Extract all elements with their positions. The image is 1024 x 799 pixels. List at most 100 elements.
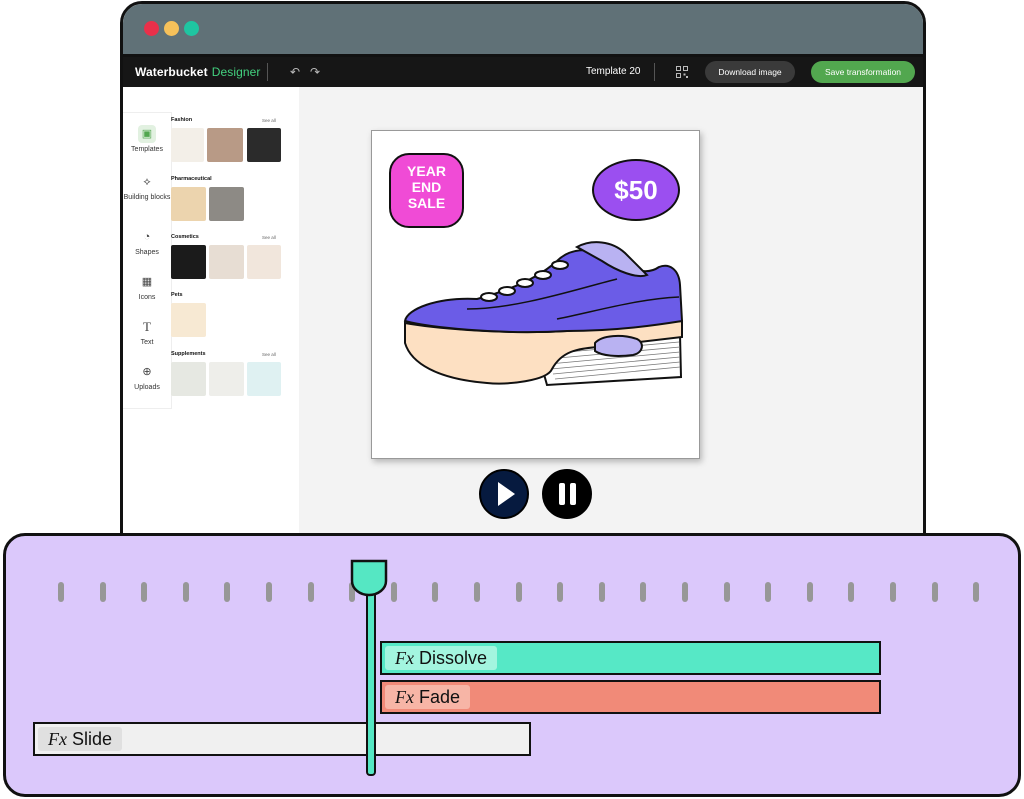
browser-window: Waterbucket Designer ↶ ↷ Template 20 Down… xyxy=(120,1,926,561)
sidebar-item-label: Uploads xyxy=(134,384,160,391)
fade-track[interactable]: Fx Fade xyxy=(380,680,881,714)
category-title: Pharmaceutical xyxy=(171,176,212,182)
animation-timeline: Fx Dissolve Fx Fade Fx Slide xyxy=(3,533,1021,797)
dissolve-track[interactable]: Fx Dissolve xyxy=(380,641,881,675)
play-icon xyxy=(498,482,515,506)
save-transformation-button[interactable]: Save transformation xyxy=(811,61,915,83)
ruler-tick xyxy=(307,582,314,602)
template-thumbnail[interactable] xyxy=(247,245,281,279)
template-thumbnail[interactable] xyxy=(247,128,281,162)
icons-icon: ▦ xyxy=(141,276,153,288)
ruler-tick xyxy=(640,582,647,602)
year-end-sale-badge[interactable]: YEAR END SALE xyxy=(389,153,464,228)
template-thumbnail[interactable] xyxy=(209,362,244,396)
ruler-tick xyxy=(390,582,397,602)
title-bar xyxy=(123,4,923,57)
play-button[interactable] xyxy=(479,469,529,519)
templates-panel: ▣ Templates ⟡ Building blocks ◔ Shapes ▦… xyxy=(123,87,299,558)
badge-line: YEAR xyxy=(407,163,446,179)
qr-code-icon[interactable] xyxy=(673,63,691,81)
brand-suffix: Designer xyxy=(211,65,261,79)
ruler-tick xyxy=(765,582,772,602)
ruler-tick xyxy=(973,582,980,602)
shapes-icon: ◔ xyxy=(143,231,151,243)
sidebar-item-label: Shapes xyxy=(135,249,159,256)
text-icon: T xyxy=(143,319,151,334)
download-image-button[interactable]: Download image xyxy=(705,61,795,83)
ruler-tick xyxy=(474,582,480,602)
category-title: Pets xyxy=(171,292,183,298)
track-name: Dissolve xyxy=(419,648,488,668)
ruler-tick xyxy=(682,582,688,602)
category-title: Fashion xyxy=(171,117,193,123)
playhead-handle[interactable] xyxy=(350,559,390,599)
sidebar-item-text[interactable]: T Text xyxy=(123,318,171,346)
ruler-tick xyxy=(432,582,439,602)
template-thumbnail[interactable] xyxy=(171,128,204,162)
pause-icon xyxy=(559,483,576,505)
template-thumbnail[interactable] xyxy=(171,362,206,396)
sidebar-item-label: Text xyxy=(140,339,154,346)
track-label: Fx Slide xyxy=(38,727,123,751)
ruler-tick xyxy=(224,582,231,602)
fx-icon: Fx xyxy=(48,729,67,749)
header-divider xyxy=(267,63,268,81)
uploads-icon: ⊕ xyxy=(142,366,152,378)
template-name: Template 20 xyxy=(586,66,641,77)
maximize-window-dot[interactable] xyxy=(184,21,199,36)
sidebar-item-building-blocks[interactable]: ⟡ Building blocks xyxy=(123,173,171,201)
pause-button[interactable] xyxy=(542,469,592,519)
badge-line: SALE xyxy=(407,195,446,211)
see-all-link[interactable]: See all xyxy=(262,352,276,357)
ruler-tick xyxy=(931,582,938,602)
template-thumbnail[interactable] xyxy=(207,128,243,162)
ruler-tick xyxy=(806,582,813,602)
slide-track[interactable]: Fx Slide xyxy=(33,722,531,756)
brand-name: Waterbucket xyxy=(135,65,208,79)
badge-line: END xyxy=(411,179,442,195)
fx-icon: Fx xyxy=(395,687,414,707)
minimize-window-dot[interactable] xyxy=(164,21,179,36)
header-divider xyxy=(654,63,655,81)
template-thumbnail[interactable] xyxy=(247,362,281,396)
track-name: Slide xyxy=(72,729,113,749)
template-thumbnail[interactable] xyxy=(171,187,206,221)
sneaker-image[interactable] xyxy=(397,239,687,389)
app-header: Waterbucket Designer ↶ ↷ Template 20 Down… xyxy=(123,57,923,87)
ruler-tick xyxy=(99,582,106,602)
template-thumbnail[interactable] xyxy=(209,187,244,221)
template-thumbnail[interactable] xyxy=(209,245,244,279)
ruler-tick xyxy=(515,582,522,602)
fx-icon: Fx xyxy=(395,648,414,668)
category-title: Cosmetics xyxy=(171,234,199,240)
sidebar-item-icons[interactable]: ▦ Icons xyxy=(123,273,171,301)
ruler-tick xyxy=(266,582,272,602)
sidebar-item-uploads[interactable]: ⊕ Uploads xyxy=(123,363,171,391)
see-all-link[interactable]: See all xyxy=(262,235,276,240)
close-window-dot[interactable] xyxy=(144,21,159,36)
ruler-tick xyxy=(598,582,605,602)
price-badge[interactable]: $50 xyxy=(592,159,680,221)
sidebar-item-templates[interactable]: ▣ Templates xyxy=(123,125,171,153)
ruler-tick xyxy=(848,582,855,602)
template-thumbnail[interactable] xyxy=(171,303,206,337)
ruler-tick xyxy=(182,582,189,602)
track-label: Fx Fade xyxy=(385,685,471,709)
playhead-line[interactable] xyxy=(366,588,376,776)
track-label: Fx Dissolve xyxy=(385,646,498,670)
brand-logo: Waterbucket Designer xyxy=(135,65,261,79)
ruler-tick xyxy=(58,582,64,602)
sidebar-item-shapes[interactable]: ◔ Shapes xyxy=(123,228,171,256)
template-thumbnail[interactable] xyxy=(171,245,206,279)
ruler-tick xyxy=(557,582,564,602)
ruler-tick xyxy=(723,582,730,602)
ruler-tick xyxy=(141,582,148,602)
ruler-tick xyxy=(890,582,896,602)
undo-icon[interactable]: ↶ xyxy=(286,63,304,81)
see-all-link[interactable]: See all xyxy=(262,118,276,123)
category-title: Supplements xyxy=(171,351,206,357)
artboard[interactable]: YEAR END SALE $50 xyxy=(371,130,700,459)
redo-icon[interactable]: ↷ xyxy=(306,63,324,81)
nav-rail: ▣ Templates ⟡ Building blocks ◔ Shapes ▦… xyxy=(123,112,172,409)
building-blocks-icon: ⟡ xyxy=(143,176,151,188)
